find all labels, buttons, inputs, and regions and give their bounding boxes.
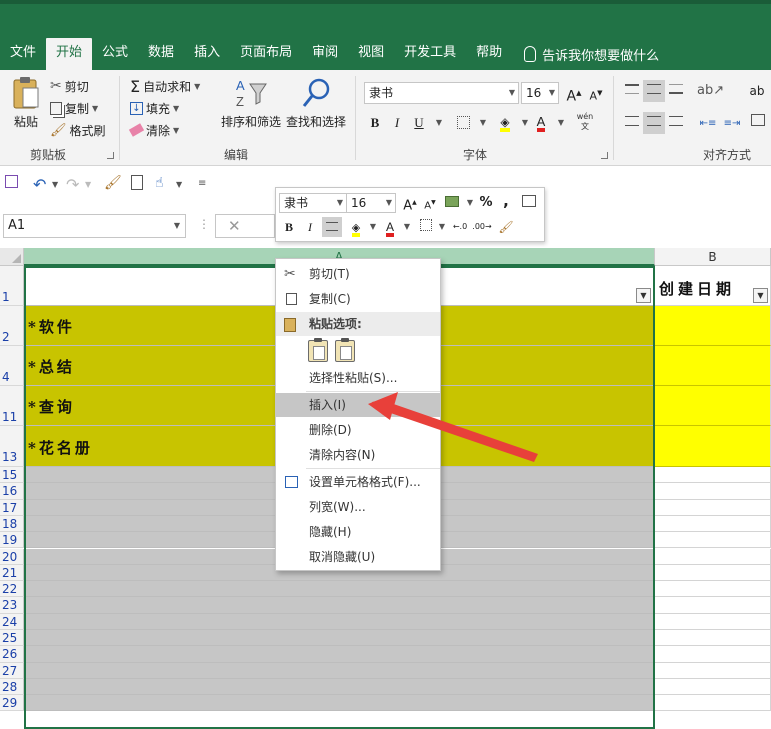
arrow-head-icon: [368, 392, 398, 420]
annotation-arrow: [368, 392, 538, 462]
excel-window: 文件 开始 公式 数据 插入 页面布局 审阅 视图 开发工具 帮助 告诉我你想要做什么 粘贴 ✂ 剪…: [0, 0, 771, 729]
arrow-shaft: [372, 400, 538, 462]
